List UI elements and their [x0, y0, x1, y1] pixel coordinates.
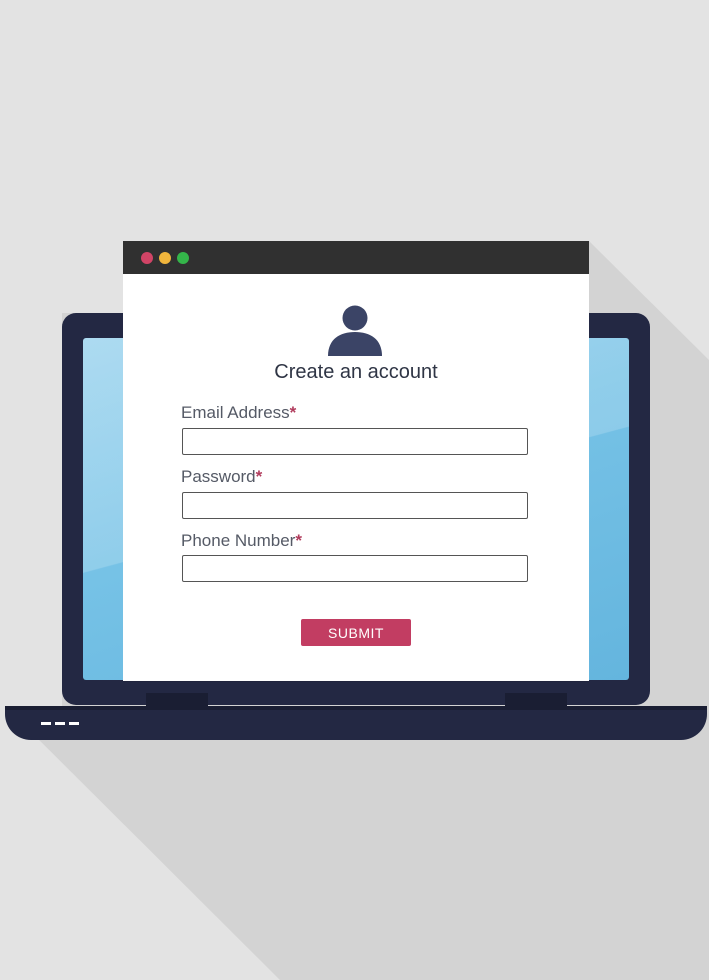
laptop-base — [5, 706, 707, 740]
submit-button[interactable]: SUBMIT — [301, 619, 411, 646]
phone-field[interactable] — [182, 555, 528, 582]
minimize-window-dot[interactable] — [159, 252, 171, 264]
laptop-hinge-left — [146, 693, 208, 707]
browser-titlebar — [123, 241, 589, 274]
laptop-indicator-dash — [69, 722, 79, 725]
email-field[interactable] — [182, 428, 528, 455]
laptop-indicator-dash — [41, 722, 51, 725]
required-asterisk: * — [255, 467, 263, 486]
maximize-window-dot[interactable] — [177, 252, 189, 264]
laptop-indicator-dash — [55, 722, 65, 725]
laptop-base-edge — [5, 706, 707, 710]
close-window-dot[interactable] — [141, 252, 153, 264]
browser-window: Create an account Email Address* Passwor… — [123, 241, 589, 681]
required-asterisk: * — [289, 403, 297, 422]
password-field[interactable] — [182, 492, 528, 519]
email-label: Email Address* — [181, 403, 297, 422]
form-title: Create an account — [274, 361, 438, 383]
password-label: Password* — [181, 467, 263, 486]
laptop-hinge-right — [505, 693, 567, 707]
required-asterisk: * — [295, 531, 302, 550]
phone-label: Phone Number* — [181, 531, 302, 550]
user-avatar-icon — [328, 305, 382, 356]
